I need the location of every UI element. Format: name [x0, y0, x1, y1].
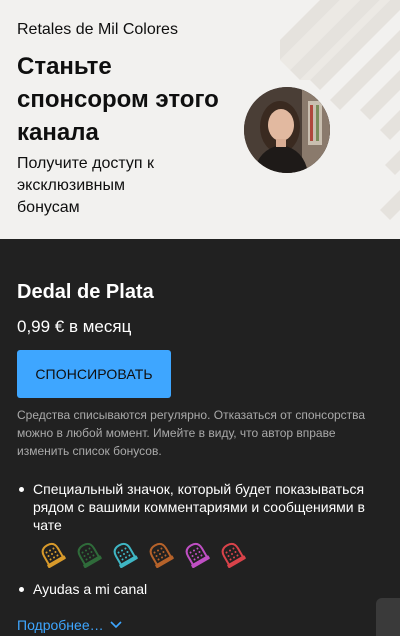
thimble-icon	[221, 542, 246, 568]
chevron-down-icon	[110, 621, 122, 629]
thimble-icon	[41, 542, 66, 568]
page-subtitle: Получите доступ к эксклюзивным бонусам	[17, 155, 154, 216]
thimble-icon	[113, 542, 138, 568]
scroll-handle[interactable]	[376, 598, 400, 636]
thimble-icon	[185, 542, 210, 568]
tier-panel: Dedal de Plata 0,99 € в месяц СПОНСИРОВА…	[0, 239, 400, 636]
tier-price: 0,99 € в месяц	[17, 317, 132, 336]
sponsor-button[interactable]: СПОНСИРОВАТЬ	[17, 350, 171, 398]
disclaimer-text: Средства списываются регулярно. Отказать…	[17, 408, 366, 458]
channel-name: Retales de Mil Colores	[17, 21, 178, 38]
tier-name: Dedal de Plata	[17, 281, 154, 303]
channel-avatar	[244, 87, 330, 173]
page-title: Станьте спонсором этого канала	[17, 53, 219, 146]
benefit-item: Специальный значок, который будет показы…	[17, 480, 387, 534]
more-link-label: Подробнее…	[17, 617, 104, 633]
benefit-item: Ayudas a mi canal	[17, 580, 387, 598]
thimble-icon	[77, 542, 102, 568]
more-link[interactable]: Подробнее…	[17, 617, 122, 633]
thimble-icon	[149, 542, 174, 568]
sponsor-header: Retales de Mil Colores Станьте спонсором…	[0, 0, 400, 239]
badge-row	[37, 540, 247, 568]
